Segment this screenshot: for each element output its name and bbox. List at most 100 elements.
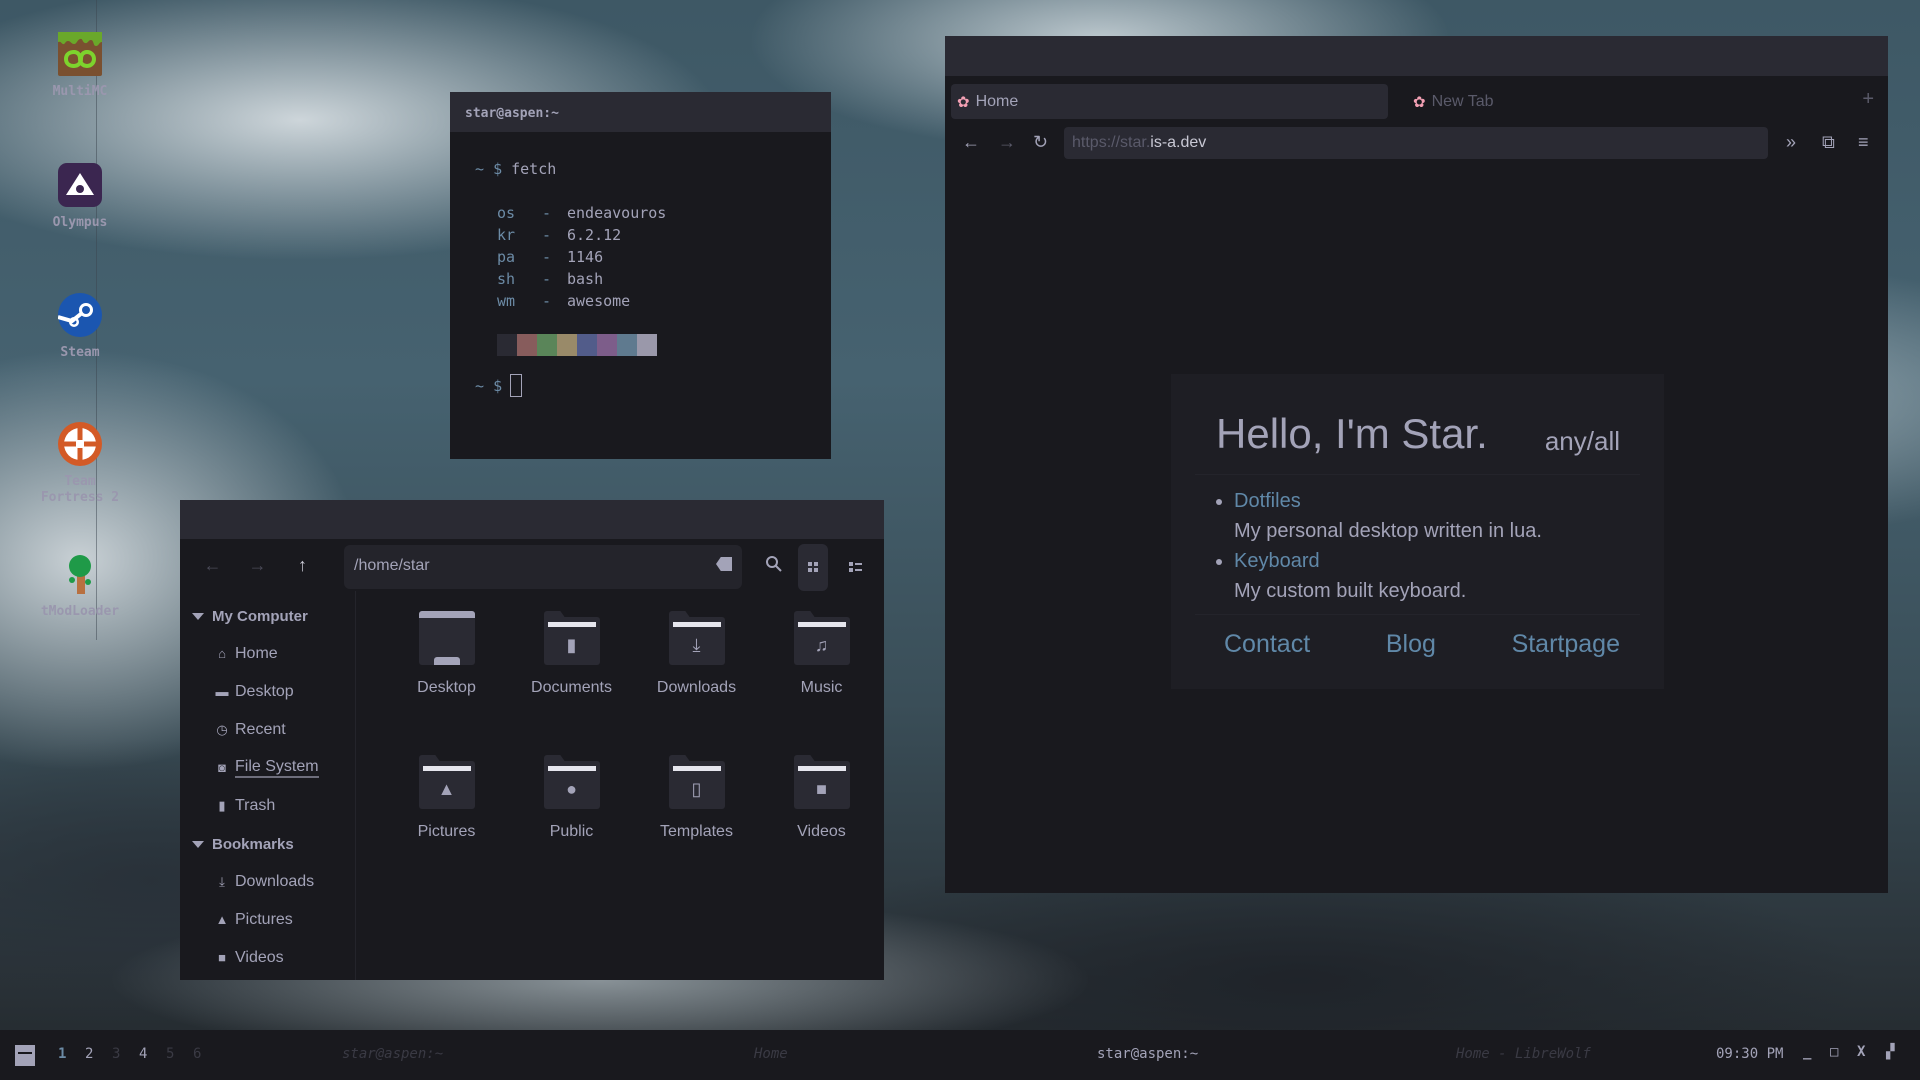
- task-browser[interactable]: Home - LibreWolf: [1456, 1046, 1591, 1062]
- trash-icon: ▮: [218, 798, 226, 813]
- desktop-icon-label: tModLoader: [40, 604, 120, 619]
- pronouns: any/all: [1544, 426, 1620, 456]
- search-button[interactable]: [765, 555, 785, 575]
- folder-pictures[interactable]: ▲ Pictures: [384, 755, 509, 899]
- folder-name: Documents: [531, 679, 612, 696]
- maximize-button[interactable]: □: [1830, 1044, 1838, 1060]
- float-button[interactable]: ▞: [1886, 1044, 1894, 1060]
- fetch-sep: -: [542, 204, 552, 222]
- desktop-icon: ▬: [215, 684, 229, 699]
- tag-2[interactable]: 2: [85, 1046, 112, 1062]
- browser-titlebar[interactable]: [945, 36, 1888, 76]
- clock-icon: ◷: [216, 722, 228, 737]
- file-manager-titlebar[interactable]: [180, 500, 884, 539]
- folder-documents[interactable]: ▮ Documents: [509, 611, 634, 755]
- grid-view-button[interactable]: [798, 544, 828, 591]
- forward-button[interactable]: →: [235, 555, 280, 576]
- task-terminal[interactable]: star@aspen:~: [342, 1046, 443, 1062]
- desktop-icon-steam[interactable]: Steam: [40, 293, 120, 361]
- keyboard-link[interactable]: Keyboard: [1234, 550, 1320, 572]
- task-files[interactable]: Home: [754, 1046, 788, 1062]
- sidebar-item-file-system[interactable]: ◙ File System: [180, 749, 355, 787]
- fetch-key: wm: [497, 292, 516, 310]
- back-button[interactable]: ←: [190, 555, 235, 576]
- color-swatch: [517, 334, 537, 356]
- up-button[interactable]: ↑: [280, 555, 325, 576]
- text-cursor: [510, 374, 523, 397]
- sidebar-item-label: Home: [235, 645, 278, 662]
- sidebar-item-home[interactable]: ⌂ Home: [180, 635, 355, 673]
- terminal-window[interactable]: star@aspen:~ ~ $ fetch os - endeavouros kr…: [450, 92, 831, 459]
- file-grid: Desktop ▮ Documents ⤓ Downloads ♫ Music …: [356, 591, 884, 980]
- terminal-output[interactable]: ~ $ fetch os - endeavouros kr -6.2.12 pa -11…: [450, 132, 831, 423]
- bullet-icon: [1216, 558, 1222, 565]
- path-input[interactable]: /home/star: [344, 545, 742, 589]
- url-bar[interactable]: https://star.is-a.dev: [1064, 127, 1768, 159]
- sidebar-item-label: Downloads: [235, 873, 315, 890]
- overflow-icon[interactable]: »: [1786, 132, 1796, 153]
- tag-6[interactable]: 6: [193, 1046, 220, 1062]
- page-heading: Hello, I'm Star.: [1216, 410, 1488, 457]
- footer-links: Contact Blog Startpage: [1224, 630, 1620, 659]
- folder-name: Public: [549, 823, 594, 840]
- startpage-link[interactable]: Startpage: [1512, 630, 1620, 659]
- terminal-titlebar[interactable]: star@aspen:~: [450, 92, 831, 132]
- contact-link[interactable]: Contact: [1224, 630, 1310, 659]
- section-my-computer[interactable]: My Computer: [180, 597, 355, 635]
- tag-4[interactable]: 4: [139, 1046, 166, 1062]
- new-tab-button[interactable]: +: [1862, 88, 1874, 111]
- color-swatch: [637, 334, 657, 356]
- fetch-key: sh: [497, 270, 516, 288]
- folder-videos[interactable]: ■ Videos: [759, 755, 884, 899]
- desktop-icon-tf2[interactable]: Team Fortress 2: [40, 422, 120, 506]
- fetch-sep: -: [542, 270, 552, 288]
- section-bookmarks[interactable]: Bookmarks: [180, 825, 355, 863]
- sidebar-item-trash[interactable]: ▮ Trash: [180, 787, 355, 825]
- extensions-icon[interactable]: ⧉: [1822, 132, 1835, 153]
- project-item: Dotfiles My personal desktop written in l…: [1216, 486, 1542, 546]
- desktop-folder-icon: [418, 611, 475, 665]
- layout-icon[interactable]: [15, 1045, 35, 1066]
- folder-public[interactable]: ● Public: [509, 755, 634, 899]
- task-terminal-focused[interactable]: star@aspen:~: [1097, 1046, 1198, 1062]
- back-icon[interactable]: ←: [962, 132, 980, 153]
- desktop-icon-label: MultiMC: [52, 84, 108, 99]
- desktop-icon-olympus[interactable]: Olympus: [40, 163, 120, 231]
- tag-3[interactable]: 3: [112, 1046, 139, 1062]
- desktop-icon-multimc[interactable]: MultiMC: [40, 32, 120, 100]
- tab-home[interactable]: ✿ Home: [951, 84, 1388, 119]
- tab-new-tab[interactable]: ✿ New Tab: [1407, 84, 1494, 119]
- tag-1[interactable]: 1: [58, 1046, 85, 1062]
- dotfiles-link[interactable]: Dotfiles: [1234, 490, 1301, 512]
- desktop-icon-tmodloader[interactable]: tModLoader: [40, 552, 120, 620]
- folder-desktop[interactable]: Desktop: [384, 611, 509, 755]
- clear-path-icon[interactable]: [716, 557, 732, 571]
- menu-icon[interactable]: ≡: [1858, 132, 1869, 153]
- folder-downloads[interactable]: ⤓ Downloads: [634, 611, 759, 755]
- folder-music[interactable]: ♫ Music: [759, 611, 884, 755]
- blog-link[interactable]: Blog: [1386, 630, 1436, 659]
- sidebar-item-label: Trash: [235, 797, 276, 814]
- folder-templates[interactable]: ▯ Templates: [634, 755, 759, 899]
- tag-5[interactable]: 5: [166, 1046, 193, 1062]
- reload-icon[interactable]: ↻: [1033, 132, 1048, 153]
- sidebar-item-desktop[interactable]: ▬ Desktop: [180, 673, 355, 711]
- browser-window[interactable]: ✿ Home ✿ New Tab + ← → ↻ https://star.is-a…: [945, 36, 1888, 893]
- public-folder-icon: ●: [543, 755, 600, 809]
- sidebar-item-downloads[interactable]: ⤓ Downloads: [180, 863, 355, 901]
- list-view-button[interactable]: [840, 544, 870, 591]
- color-swatch: [577, 334, 597, 356]
- desktop-icon-label: Olympus: [52, 215, 108, 230]
- project-desc: My personal desktop written in lua.: [1234, 520, 1542, 542]
- fetch-row-sh: sh - bash: [497, 268, 806, 290]
- sidebar-item-pictures[interactable]: ▲ Pictures: [180, 901, 355, 939]
- folder-name: Desktop: [417, 679, 476, 696]
- file-manager-window[interactable]: ← → ↑ /home/star My Computer ⌂ Home ▬ Desk…: [180, 500, 884, 980]
- minimize-button[interactable]: _: [1803, 1044, 1811, 1060]
- sidebar-item-videos[interactable]: ■ Videos: [180, 939, 355, 977]
- forward-icon[interactable]: →: [998, 132, 1016, 153]
- sidebar-item-recent[interactable]: ◷ Recent: [180, 711, 355, 749]
- tab-label: Home: [975, 92, 1019, 110]
- close-button[interactable]: X: [1857, 1044, 1865, 1060]
- olympus-icon: [58, 163, 102, 207]
